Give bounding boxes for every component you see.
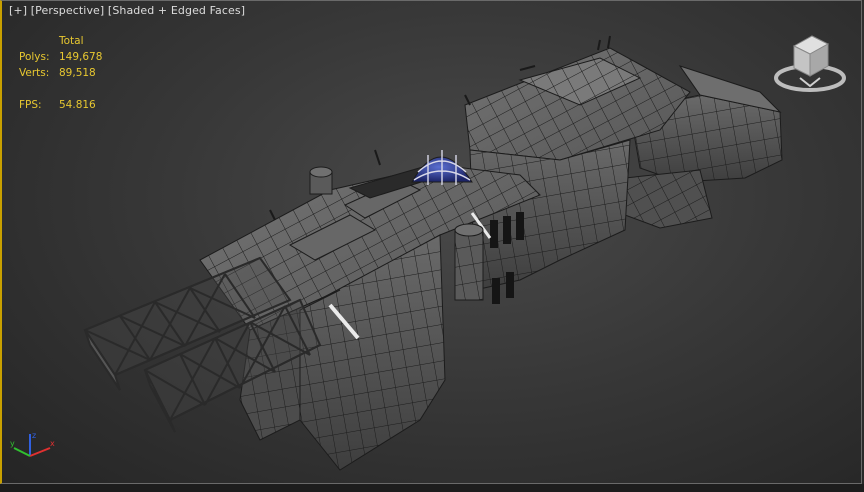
fps-label: FPS: <box>19 99 42 111</box>
verts-value: 89,518 <box>59 67 96 79</box>
viewport-point-of-view-label[interactable]: [Perspective] <box>31 4 105 17</box>
axis-tripod-icon: z x y <box>10 431 55 457</box>
verts-label: Verts: <box>19 67 50 79</box>
viewport-scene[interactable] <box>0 0 864 484</box>
fps-value: 54.816 <box>59 99 96 111</box>
svg-text:x: x <box>50 439 55 448</box>
viewport-bottom-edge <box>0 484 864 492</box>
polys-value: 149,678 <box>59 51 103 63</box>
mid-tower <box>469 139 631 304</box>
spaceship-model[interactable] <box>83 35 783 471</box>
polys-label: Polys: <box>19 51 50 63</box>
viewcube-icon[interactable] <box>772 30 848 96</box>
stats-header: Total <box>59 35 84 47</box>
svg-text:z: z <box>32 431 36 440</box>
viewport-shading-label[interactable]: [Shaded + Edged Faces] <box>108 4 245 17</box>
svg-text:y: y <box>10 439 15 448</box>
viewport-menu-plus[interactable]: [+] <box>9 4 27 17</box>
viewport-label-bar: [+] [Perspective] [Shaded + Edged Faces] <box>9 4 245 17</box>
